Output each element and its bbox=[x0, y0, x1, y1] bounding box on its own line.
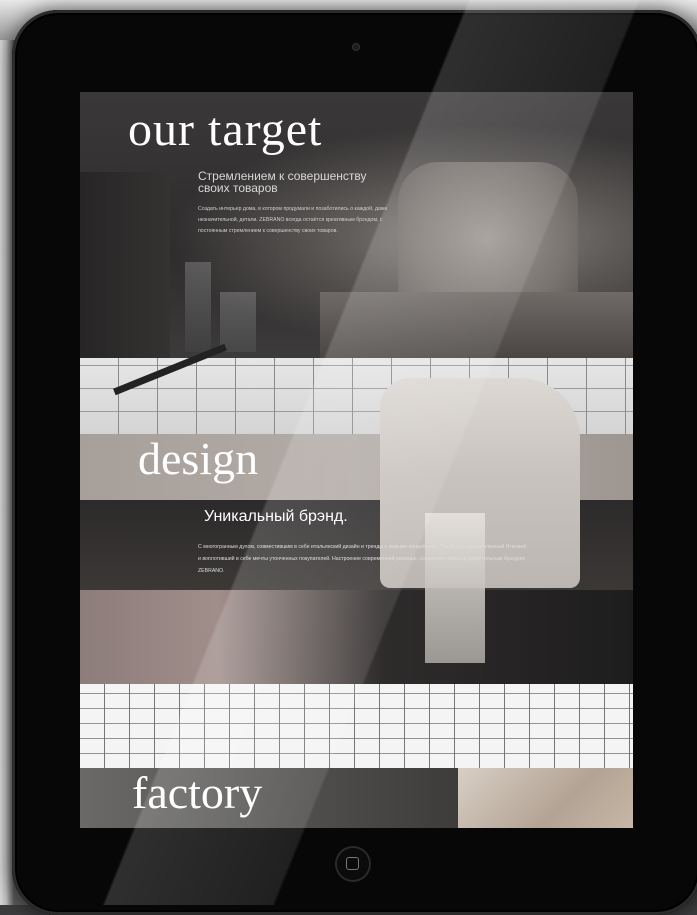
chair-leg-image bbox=[425, 513, 485, 663]
sofa-image bbox=[320, 292, 633, 358]
interior-sketch-image bbox=[80, 684, 633, 768]
heading-factory: factory bbox=[132, 767, 263, 818]
section-design: design Уникальный брэнд. С многогранным … bbox=[80, 343, 633, 684]
subheading-design: Уникальный брэнд. bbox=[204, 508, 348, 525]
subheading-our-target: Стремлением к совершенству своих товаров bbox=[198, 169, 367, 195]
body-design: С многогранным духом, совместившим в себ… bbox=[198, 544, 528, 574]
heading-design: design bbox=[138, 433, 259, 484]
heading-our-target: our target bbox=[128, 103, 323, 156]
glass-decor-image bbox=[220, 292, 256, 352]
camera-icon bbox=[353, 44, 359, 50]
home-button[interactable] bbox=[335, 846, 371, 882]
rug-image bbox=[80, 590, 633, 684]
tablet-screen: our target Стремлением к совершенству св… bbox=[80, 92, 633, 828]
section-our-target: our target Стремлением к совершенству св… bbox=[80, 92, 633, 358]
glass-decor-image bbox=[185, 262, 211, 352]
home-button-icon bbox=[346, 857, 359, 870]
wall-panel-image bbox=[80, 172, 170, 358]
body-our-target: Создать интерьер дома, в котором продума… bbox=[198, 206, 388, 234]
hands-photo bbox=[458, 768, 633, 828]
